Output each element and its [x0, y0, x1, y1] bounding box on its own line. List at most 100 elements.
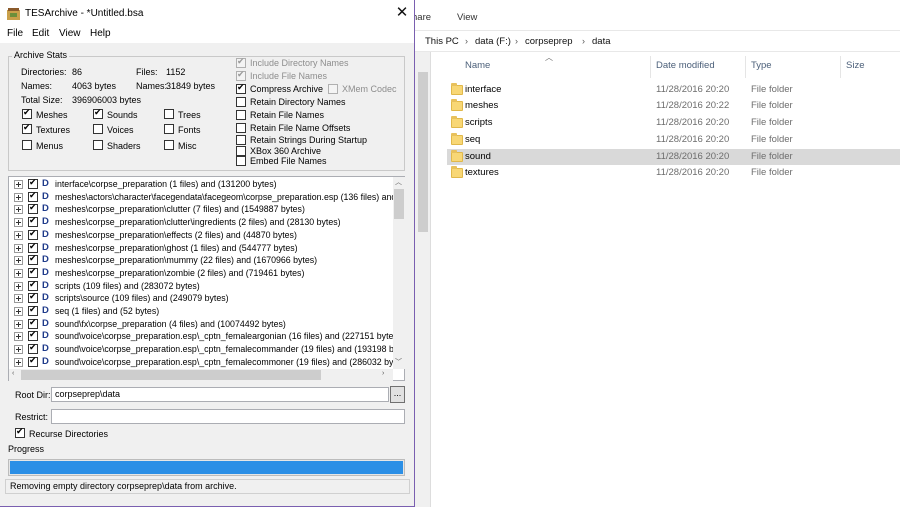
- file-row-scripts[interactable]: scripts 11/28/2016 20:20 File folder: [447, 115, 900, 131]
- breadcrumb-drive[interactable]: data (F:): [475, 36, 511, 47]
- retain-strings-during-startup-label[interactable]: Retain Strings During Startup: [250, 135, 367, 145]
- ribbon-tab-view[interactable]: View: [457, 12, 477, 23]
- expand-plus-icon[interactable]: [14, 243, 23, 253]
- embed-file-names-checkbox[interactable]: [236, 156, 246, 166]
- sounds-label[interactable]: Sounds: [107, 110, 138, 120]
- file-row-textures[interactable]: textures 11/28/2016 20:20 File folder: [447, 165, 900, 181]
- breadcrumb-corpseprep[interactable]: corpseprep: [525, 36, 573, 47]
- tree-item[interactable]: Dmeshes\corpse_preparation\zombie (2 fil…: [9, 266, 393, 280]
- expand-plus-icon[interactable]: [14, 307, 23, 316]
- fonts-checkbox[interactable]: [164, 124, 174, 134]
- tree-item-checkbox[interactable]: [28, 279, 38, 291]
- scrollbar-thumb[interactable]: [394, 189, 404, 219]
- tree-item-checkbox[interactable]: [28, 291, 38, 304]
- expand-plus-icon[interactable]: [14, 268, 23, 278]
- expand-plus-icon[interactable]: [14, 294, 23, 304]
- expand-plus-icon[interactable]: [14, 218, 23, 228]
- tree-item[interactable]: Dscripts (109 files) and (283072 bytes): [9, 279, 393, 293]
- browse-button[interactable]: ...: [390, 386, 405, 403]
- tree-item[interactable]: Dsound\voice\corpse_preparation.esp\_cpt…: [9, 329, 398, 343]
- expand-plus-icon[interactable]: [14, 357, 23, 367]
- sounds-checkbox[interactable]: [93, 107, 103, 119]
- scrollbar-thumb[interactable]: [418, 72, 428, 232]
- expand-plus-icon[interactable]: [14, 332, 23, 342]
- expand-plus-icon[interactable]: [14, 256, 23, 266]
- file-row-interface[interactable]: interface 11/28/2016 20:20 File folder: [447, 82, 900, 98]
- file-row-seq[interactable]: seq 11/28/2016 20:20 File folder: [447, 132, 900, 148]
- retain-directory-names-label[interactable]: Retain Directory Names: [250, 97, 346, 107]
- tree-item[interactable]: Dscripts\source (109 files) and (249079 …: [9, 291, 393, 305]
- menu-help[interactable]: Help: [90, 28, 111, 39]
- breadcrumb-this-pc[interactable]: This PC: [425, 36, 459, 47]
- tree-item-checkbox[interactable]: [28, 228, 38, 240]
- expand-plus-icon[interactable]: [14, 319, 23, 329]
- column-header-name[interactable]: Name: [465, 60, 490, 71]
- retain-file-name-offsets-label[interactable]: Retain File Name Offsets: [250, 123, 350, 133]
- breadcrumb-data[interactable]: data: [592, 36, 611, 47]
- textures-checkbox[interactable]: [22, 122, 32, 134]
- scroll-right-icon[interactable]: ›: [382, 370, 384, 377]
- misc-label[interactable]: Misc: [178, 141, 197, 151]
- tree-item-checkbox[interactable]: [28, 190, 38, 202]
- xmem-codec-label[interactable]: XMem Codec: [342, 84, 397, 94]
- tree-item-checkbox[interactable]: [28, 329, 38, 342]
- include-directory-names-checkbox[interactable]: [236, 56, 246, 68]
- tree-item-checkbox[interactable]: [28, 177, 38, 189]
- meshes-label[interactable]: Meshes: [36, 110, 68, 120]
- menu-file[interactable]: File: [7, 28, 23, 39]
- tree-item[interactable]: Dmeshes\corpse_preparation\clutter\ingre…: [9, 215, 393, 229]
- menu-edit[interactable]: Edit: [32, 28, 49, 39]
- scroll-down-icon[interactable]: ﹀: [395, 357, 402, 367]
- retain-directory-names-checkbox[interactable]: [236, 97, 246, 107]
- xbox-360-archive-checkbox[interactable]: [236, 146, 246, 156]
- retain-strings-during-startup-checkbox[interactable]: [236, 135, 246, 145]
- menus-label[interactable]: Menus: [36, 141, 63, 151]
- tree-item[interactable]: Dsound\voice\corpse_preparation.esp\_cpt…: [9, 355, 396, 369]
- recurse-directories-label[interactable]: Recurse Directories: [29, 429, 108, 439]
- tree-item-checkbox[interactable]: [28, 317, 38, 329]
- textures-label[interactable]: Textures: [36, 125, 70, 135]
- retain-file-names-label[interactable]: Retain File Names: [250, 110, 324, 120]
- tree-item[interactable]: Dmeshes\corpse_preparation\clutter (7 fi…: [9, 202, 393, 216]
- embed-file-names-label[interactable]: Embed File Names: [250, 156, 327, 166]
- fonts-label[interactable]: Fonts: [178, 125, 201, 135]
- scroll-left-icon[interactable]: ‹: [12, 370, 14, 377]
- column-header-type[interactable]: Type: [751, 60, 772, 71]
- tree-item[interactable]: Dsound\fx\corpse_preparation (4 files) a…: [9, 317, 393, 331]
- include-file-names-checkbox[interactable]: [236, 69, 246, 81]
- voices-label[interactable]: Voices: [107, 125, 134, 135]
- column-divider[interactable]: [745, 56, 746, 78]
- tree-item-checkbox[interactable]: [28, 355, 38, 367]
- include-file-names-label[interactable]: Include File Names: [250, 71, 327, 81]
- trees-checkbox[interactable]: [164, 109, 174, 119]
- shaders-checkbox[interactable]: [93, 140, 103, 150]
- column-header-size[interactable]: Size: [846, 60, 864, 71]
- column-divider[interactable]: [650, 56, 651, 78]
- scroll-up-icon[interactable]: ︿: [395, 177, 402, 187]
- file-row-sound[interactable]: sound 11/28/2016 20:20 File folder: [447, 149, 900, 165]
- expand-plus-icon[interactable]: [14, 205, 23, 215]
- tree-item-checkbox[interactable]: [28, 304, 38, 316]
- expand-plus-icon[interactable]: [14, 281, 23, 291]
- recurse-directories-checkbox[interactable]: [15, 426, 25, 438]
- misc-checkbox[interactable]: [164, 140, 174, 150]
- shaders-label[interactable]: Shaders: [107, 141, 141, 151]
- tree-item-checkbox[interactable]: [28, 215, 38, 228]
- tree-item[interactable]: Dseq (1 files) and (52 bytes): [9, 304, 393, 318]
- trees-label[interactable]: Trees: [178, 110, 201, 120]
- title-bar[interactable]: TESArchive - *Untitled.bsa ✕: [0, 0, 414, 27]
- expand-plus-icon[interactable]: [14, 180, 23, 189]
- scrollbar-thumb[interactable]: [21, 370, 321, 380]
- retain-file-names-checkbox[interactable]: [236, 110, 246, 120]
- tree-item-checkbox[interactable]: [28, 342, 38, 355]
- compress-archive-checkbox[interactable]: [236, 82, 246, 94]
- tree-item-checkbox[interactable]: [28, 202, 38, 215]
- explorer-nav-scrollbar[interactable]: [415, 52, 431, 507]
- directory-tree[interactable]: Dinterface\corpse_preparation (1 files) …: [8, 176, 405, 381]
- tree-item[interactable]: Dmeshes\actors\character\facegendata\fac…: [9, 190, 396, 204]
- include-directory-names-label[interactable]: Include Directory Names: [250, 58, 349, 68]
- tree-horizontal-scrollbar[interactable]: ‹ ›: [9, 369, 393, 381]
- compress-archive-label[interactable]: Compress Archive: [250, 84, 323, 94]
- tree-item-checkbox[interactable]: [28, 253, 38, 266]
- expand-plus-icon[interactable]: [14, 345, 23, 355]
